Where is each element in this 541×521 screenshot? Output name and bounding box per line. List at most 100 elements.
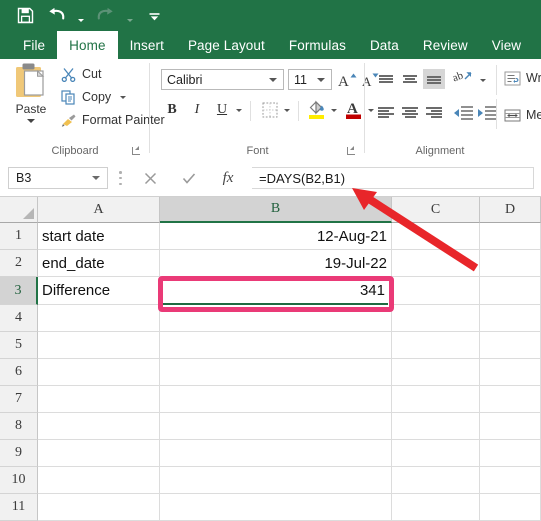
column-header-b[interactable]: B (160, 197, 392, 223)
cell-c7[interactable] (392, 386, 480, 413)
row-header-10[interactable]: 10 (0, 467, 38, 494)
orientation-dropdown-caret[interactable] (477, 74, 489, 86)
cell-d7[interactable] (480, 386, 541, 413)
fill-color-button[interactable] (305, 97, 329, 121)
tab-review[interactable]: Review (411, 31, 480, 59)
font-dialog-launcher[interactable] (346, 145, 357, 156)
cell-b11[interactable] (160, 494, 392, 521)
cell-c1[interactable] (392, 223, 480, 250)
row-header-1[interactable]: 1 (0, 223, 38, 250)
cell-b9[interactable] (160, 440, 392, 467)
cell-d1[interactable] (480, 223, 541, 250)
font-color-button[interactable]: A (342, 97, 366, 121)
row-header-7[interactable]: 7 (0, 386, 38, 413)
increase-font-size-button[interactable]: A (336, 68, 358, 91)
wrap-text-button[interactable]: Wra (504, 67, 541, 89)
enter-formula-button[interactable] (173, 167, 205, 189)
cell-d8[interactable] (480, 413, 541, 440)
cell-b5[interactable] (160, 332, 392, 359)
cell-d6[interactable] (480, 359, 541, 386)
cancel-formula-button[interactable] (134, 167, 166, 189)
row-header-9[interactable]: 9 (0, 440, 38, 467)
cell-a11[interactable] (38, 494, 160, 521)
cell-b8[interactable] (160, 413, 392, 440)
cell-d9[interactable] (480, 440, 541, 467)
font-size-combo[interactable]: 11 (288, 69, 332, 90)
borders-button[interactable] (258, 99, 282, 121)
cell-d4[interactable] (480, 305, 541, 332)
cell-d2[interactable] (480, 250, 541, 277)
row-header-5[interactable]: 5 (0, 332, 38, 359)
undo-icon[interactable] (45, 5, 67, 27)
tab-view[interactable]: View (480, 31, 533, 59)
row-header-11[interactable]: 11 (0, 494, 38, 521)
cell-a3[interactable]: Difference (38, 277, 160, 305)
align-bottom-button[interactable] (423, 69, 445, 89)
chevron-down-icon[interactable] (92, 176, 100, 180)
underline-button[interactable]: U (211, 99, 233, 121)
fill-color-dropdown-caret[interactable] (328, 104, 340, 116)
copy-dropdown-caret[interactable] (120, 95, 127, 99)
cell-a4[interactable] (38, 305, 160, 332)
cell-b6[interactable] (160, 359, 392, 386)
bold-button[interactable]: B (161, 99, 183, 121)
tab-data[interactable]: Data (358, 31, 411, 59)
redo-dropdown-caret[interactable] (125, 5, 134, 27)
cell-b1[interactable]: 12-Aug-21 (160, 223, 392, 250)
row-header-6[interactable]: 6 (0, 359, 38, 386)
cell-c3[interactable] (392, 277, 480, 305)
tab-home[interactable]: Home (57, 31, 118, 59)
cell-c6[interactable] (392, 359, 480, 386)
save-icon[interactable] (14, 5, 36, 27)
cell-b2[interactable]: 19-Jul-22 (160, 250, 392, 277)
cell-b10[interactable] (160, 467, 392, 494)
merge-and-center-button[interactable]: Mer (504, 104, 541, 126)
cell-c9[interactable] (392, 440, 480, 467)
align-left-button[interactable] (375, 103, 397, 123)
column-header-a[interactable]: A (38, 197, 160, 223)
formula-input[interactable]: =DAYS(B2,B1) (252, 167, 534, 189)
cell-c10[interactable] (392, 467, 480, 494)
font-name-combo[interactable]: Calibri (161, 69, 284, 90)
select-all-button[interactable] (0, 197, 38, 223)
undo-dropdown-caret[interactable] (76, 5, 85, 27)
column-header-c[interactable]: C (392, 197, 480, 223)
align-middle-button[interactable] (399, 69, 421, 89)
orientation-button[interactable]: ab (451, 67, 476, 91)
tab-page-layout[interactable]: Page Layout (176, 31, 277, 59)
formula-bar-resize-grip[interactable] (119, 171, 122, 185)
cell-a7[interactable] (38, 386, 160, 413)
redo-icon[interactable] (94, 5, 116, 27)
cell-d5[interactable] (480, 332, 541, 359)
align-top-button[interactable] (375, 69, 397, 89)
insert-function-button[interactable]: fx (212, 167, 244, 189)
row-header-2[interactable]: 2 (0, 250, 38, 277)
clipboard-dialog-launcher[interactable] (131, 145, 142, 156)
cut-button[interactable]: Cut (60, 63, 101, 85)
cell-a5[interactable] (38, 332, 160, 359)
name-box[interactable]: B3 (8, 167, 108, 189)
cell-c5[interactable] (392, 332, 480, 359)
cell-a10[interactable] (38, 467, 160, 494)
cell-a2[interactable]: end_date (38, 250, 160, 277)
align-right-button[interactable] (423, 103, 445, 123)
chevron-down-icon[interactable] (317, 77, 325, 82)
cell-a8[interactable] (38, 413, 160, 440)
align-center-button[interactable] (399, 103, 421, 123)
row-header-8[interactable]: 8 (0, 413, 38, 440)
cell-c4[interactable] (392, 305, 480, 332)
cell-a9[interactable] (38, 440, 160, 467)
cell-c8[interactable] (392, 413, 480, 440)
cell-b4[interactable] (160, 305, 392, 332)
cell-b3[interactable]: 341 (160, 277, 392, 305)
tab-file[interactable]: File (11, 31, 57, 59)
borders-dropdown-caret[interactable] (281, 104, 293, 116)
row-header-3[interactable]: 3 (0, 277, 38, 305)
cell-d3[interactable] (480, 277, 541, 305)
chevron-down-icon[interactable] (269, 77, 277, 82)
column-header-d[interactable]: D (480, 197, 541, 223)
italic-button[interactable]: I (186, 99, 208, 121)
cell-a1[interactable]: start date (38, 223, 160, 250)
tab-formulas[interactable]: Formulas (277, 31, 358, 59)
underline-dropdown-caret[interactable] (233, 104, 245, 116)
